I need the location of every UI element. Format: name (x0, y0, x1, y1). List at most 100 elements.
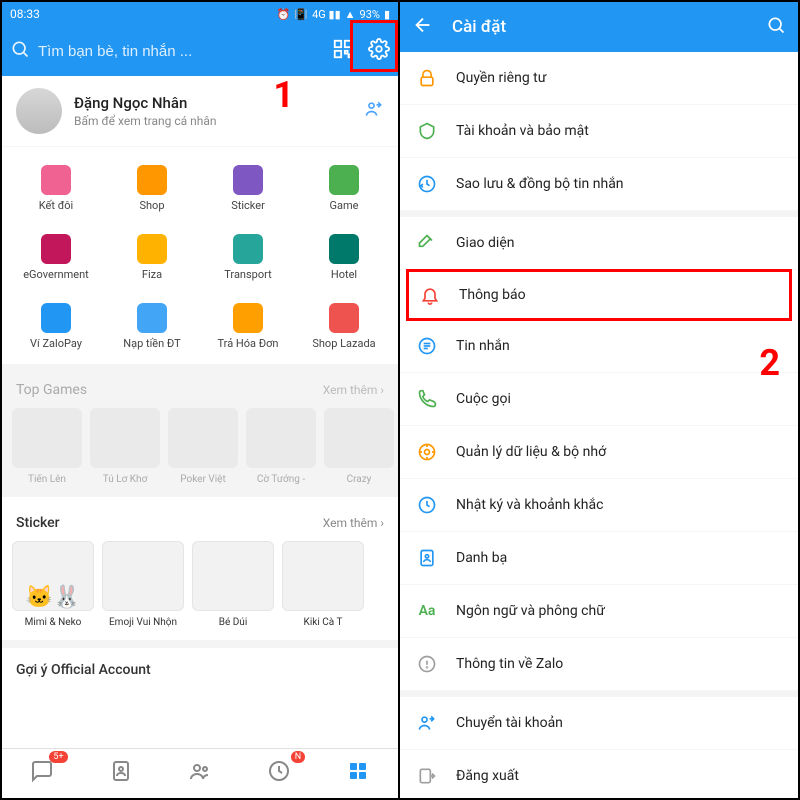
sticker-title: Sticker (16, 515, 60, 531)
app-icon (329, 303, 359, 333)
settings-row-10[interactable]: AaNgôn ngữ và phông chữ (400, 585, 798, 638)
app-item-0[interactable]: Kết đôi (8, 159, 104, 222)
app-label: Ví ZaloPay (30, 337, 82, 350)
app-icon (329, 165, 359, 195)
settings-row-8[interactable]: Nhật ký và khoảnh khắc (400, 479, 798, 532)
app-item-4[interactable]: eGovernment (8, 228, 104, 291)
settings-row-0[interactable]: Quyền riêng tư (400, 52, 798, 105)
app-label: Kết đôi (39, 199, 73, 212)
sticker-label: Mimi & Neko (12, 617, 94, 628)
wifi-icon: ▲ (345, 8, 356, 21)
settings-row-5[interactable]: Tin nhắn (400, 320, 798, 373)
nav-more[interactable] (340, 755, 376, 792)
game-card[interactable]: Tiến Lên (12, 408, 82, 485)
app-item-7[interactable]: Hotel (296, 228, 392, 291)
settings-screen: 2 Cài đặt Quyền riêng tư Tài khoản và bảo… (400, 2, 798, 798)
app-icon (233, 165, 263, 195)
alarm-off-icon: ⏰ (277, 8, 291, 21)
settings-row-9[interactable]: Danh bạ (400, 532, 798, 585)
bottom-nav: 5+ N (2, 748, 398, 798)
sticker-card[interactable]: Bé Dúi (192, 541, 274, 628)
nav-timeline[interactable]: N (261, 755, 297, 792)
sticker-thumb (12, 541, 94, 611)
settings-title: Cài đặt (452, 17, 748, 37)
settings-row-13[interactable]: Đăng xuất (400, 750, 798, 798)
nav-messages-badge: 5+ (49, 751, 67, 763)
settings-row-icon (416, 765, 438, 787)
settings-row-icon (416, 173, 438, 195)
battery-icon: ▮ (384, 8, 390, 21)
settings-row-2[interactable]: Sao lưu & đồng bộ tin nhắn (400, 158, 798, 211)
sticker-card[interactable]: Emoji Vui Nhộn (102, 541, 184, 628)
app-item-8[interactable]: Ví ZaloPay (8, 297, 104, 360)
app-label: Hotel (331, 268, 357, 281)
top-games-section: Top Games Xem thêm › Tiến Lên Tú Lơ Khơ Po… (2, 364, 398, 497)
top-games-title: Top Games (16, 382, 87, 398)
search-icon[interactable] (766, 15, 786, 39)
settings-row-label: Thông báo (459, 287, 526, 303)
settings-row-label: Danh bạ (456, 550, 507, 566)
oa-section-title: Gợi ý Official Account (2, 648, 398, 684)
settings-row-3[interactable]: Giao diện (400, 217, 798, 270)
app-icon (137, 303, 167, 333)
settings-row-label: Giao diện (456, 235, 514, 251)
app-icon (233, 234, 263, 264)
discover-tab-screen: 1 08:33 ⏰ 📳 4G ▮▮ ▲ 93% ▮ (2, 2, 400, 798)
game-thumb (324, 408, 394, 468)
app-icon (329, 234, 359, 264)
app-item-2[interactable]: Sticker (200, 159, 296, 222)
settings-row-1[interactable]: Tài khoản và bảo mật (400, 105, 798, 158)
app-icon (233, 303, 263, 333)
status-bar: 08:33 ⏰ 📳 4G ▮▮ ▲ 93% ▮ (2, 2, 398, 26)
top-games-row[interactable]: Tiến Lên Tú Lơ Khơ Poker Việt Cờ Tướng - Cra… (2, 408, 398, 497)
nav-timeline-badge: N (291, 751, 305, 763)
sticker-card[interactable]: Mimi & Neko (12, 541, 94, 628)
nav-contacts[interactable] (103, 755, 139, 792)
settings-row-12[interactable]: Chuyển tài khoản (400, 697, 798, 750)
switch-account-icon[interactable] (364, 99, 384, 124)
app-icon (41, 234, 71, 264)
search-header (2, 26, 398, 76)
app-item-11[interactable]: Shop Lazada (296, 297, 392, 360)
game-card[interactable]: Poker Việt (168, 408, 238, 485)
settings-row-icon (416, 547, 438, 569)
app-label: Fiza (142, 268, 162, 281)
settings-row-label: Quyền riêng tư (456, 70, 546, 86)
sticker-row[interactable]: Mimi & Neko Emoji Vui NhộnBé DúiKiki Cà T (2, 541, 398, 640)
search-icon[interactable] (10, 39, 30, 63)
profile-row[interactable]: Đặng Ngọc Nhân Bấm để xem trang cá nhân (2, 76, 398, 147)
app-label: eGovernment (23, 268, 89, 281)
app-item-10[interactable]: Trả Hóa Đơn (200, 297, 296, 360)
nav-groups[interactable] (182, 755, 218, 792)
app-item-3[interactable]: Game (296, 159, 392, 222)
step-2-label: 2 (759, 342, 780, 384)
app-item-1[interactable]: Shop (104, 159, 200, 222)
app-item-9[interactable]: Nạp tiền ĐT (104, 297, 200, 360)
search-input[interactable] (38, 43, 324, 60)
battery-text: 93% (360, 8, 380, 21)
game-card[interactable]: Tú Lơ Khơ (90, 408, 160, 485)
app-item-5[interactable]: Fiza (104, 228, 200, 291)
settings-row-label: Cuộc gọi (456, 391, 511, 407)
back-icon[interactable] (412, 14, 434, 40)
app-label: Sticker (231, 199, 265, 212)
settings-row-icon (419, 284, 441, 306)
profile-name: Đặng Ngọc Nhân (74, 94, 352, 112)
top-games-more[interactable]: Xem thêm › (323, 383, 384, 397)
game-card[interactable]: Crazy (324, 408, 394, 485)
app-item-6[interactable]: Transport (200, 228, 296, 291)
settings-row-6[interactable]: Cuộc gọi (400, 373, 798, 426)
settings-list: Quyền riêng tư Tài khoản và bảo mậtSao lư… (400, 52, 798, 798)
settings-row-label: Nhật ký và khoảnh khắc (456, 497, 603, 513)
game-label: Tú Lơ Khơ (90, 474, 160, 485)
settings-row-11[interactable]: Thông tin về Zalo (400, 638, 798, 691)
app-label: Game (330, 199, 359, 212)
settings-row-label: Chuyển tài khoản (456, 715, 563, 731)
sticker-more[interactable]: Xem thêm › (323, 516, 384, 530)
settings-row-4[interactable]: Thông báo (406, 269, 792, 321)
sticker-card[interactable]: Kiki Cà T (282, 541, 364, 628)
settings-row-7[interactable]: Quản lý dữ liệu & bộ nhớ (400, 426, 798, 479)
game-label: Cờ Tướng - (246, 474, 316, 485)
game-card[interactable]: Cờ Tướng - (246, 408, 316, 485)
nav-messages[interactable]: 5+ (24, 755, 60, 792)
